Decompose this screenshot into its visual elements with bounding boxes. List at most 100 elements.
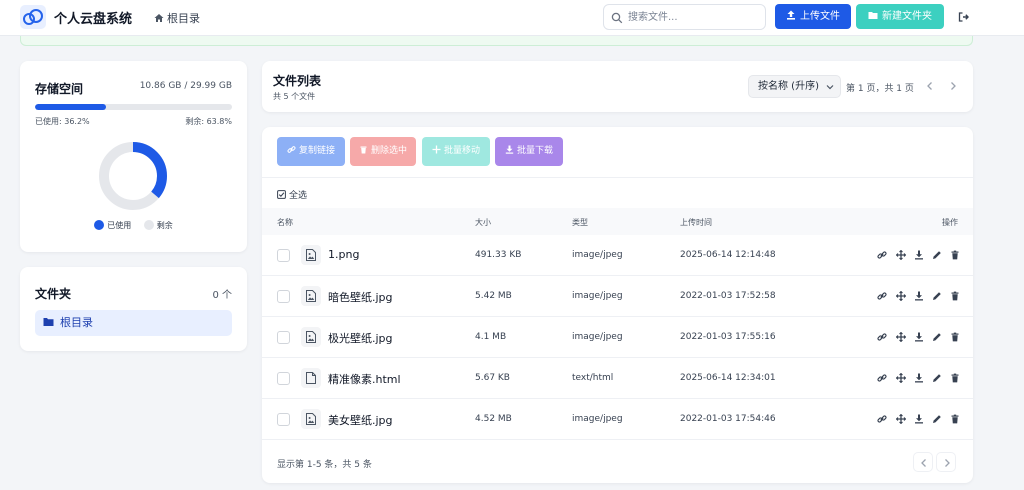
copy-link-button[interactable]: 复制链接 [277,137,345,166]
copy-link-icon[interactable] [877,414,887,424]
chevron-right-icon [945,459,950,467]
edit-icon[interactable] [932,373,942,383]
row-checkbox[interactable] [277,413,290,426]
select-all-label: 全选 [289,191,308,201]
storage-donut-chart [98,141,168,211]
folder-item-root[interactable]: 根目录 [35,310,232,336]
file-name[interactable]: 精准像素.html [328,371,401,387]
table-header: 名称 大小 类型 上传时间 操作 [262,208,973,235]
edit-icon[interactable] [932,414,942,424]
sort-select[interactable]: 按名称 (升序) [748,75,841,98]
batch-download-label: 批量下载 [516,146,553,156]
column-name: 名称 [277,218,293,227]
move-icon[interactable] [896,373,906,383]
table-row[interactable]: 1.png 491.33 KB image/jpeg 2025-06-14 12:14… [262,235,973,276]
row-checkbox[interactable] [277,331,290,344]
edit-icon[interactable] [932,332,942,342]
download-icon[interactable] [914,250,924,260]
upload-time: 2022-01-03 17:55:16 [680,332,776,342]
download-icon[interactable] [914,332,924,342]
logout-icon[interactable] [958,11,970,23]
row-checkbox[interactable] [277,249,290,262]
search-input[interactable] [628,8,758,26]
chevron-left-icon [921,459,926,467]
delete-selected-label: 删除选中 [370,146,407,156]
prev-page-button[interactable] [921,77,939,95]
folder-title: 文件夹 [35,287,72,301]
delete-icon[interactable] [950,373,960,383]
file-type: image/jpeg [572,250,623,260]
upload-time: 2022-01-03 17:52:58 [680,291,776,301]
table-row[interactable]: 暗色壁纸.jpg 5.42 MB image/jpeg 2022-01-03 17:5… [262,276,973,317]
move-icon[interactable] [896,250,906,260]
row-checkbox[interactable] [277,372,290,385]
table-row[interactable]: 精准像素.html 5.67 KB text/html 2025-06-14 12:3… [262,358,973,399]
delete-selected-button[interactable]: 删除选中 [350,137,416,166]
batch-download-button[interactable]: 批量下载 [495,137,563,166]
delete-icon[interactable] [950,414,960,424]
file-type: image/jpeg [572,291,623,301]
row-checkbox[interactable] [277,290,290,303]
upload-time: 2025-06-14 12:14:48 [680,250,776,260]
move-icon[interactable] [896,414,906,424]
select-all-toggle[interactable]: 全选 [277,188,307,201]
download-icon[interactable] [914,291,924,301]
file-size: 4.1 MB [475,332,507,342]
upload-time: 2022-01-03 17:54:46 [680,414,776,424]
file-count-subtitle: 共 5 个文件 [273,92,316,101]
download-icon[interactable] [914,414,924,424]
column-size: 大小 [475,218,491,227]
column-actions: 操作 [942,218,958,227]
storage-legend: 已使用 剩余 [20,220,247,231]
toolbar-divider [262,177,973,178]
breadcrumb-root[interactable]: 根目录 [154,10,200,26]
move-icon[interactable] [896,332,906,342]
batch-move-button[interactable]: 批量移动 [422,137,490,166]
chevron-down-icon [826,83,834,91]
edit-icon[interactable] [932,291,942,301]
file-name[interactable]: 美女壁纸.jpg [328,412,393,428]
delete-icon[interactable] [950,250,960,260]
footer-next-page-button[interactable] [936,452,956,472]
legend-remaining: 剩余 [143,220,173,230]
copy-link-icon[interactable] [877,291,887,301]
file-size: 491.33 KB [475,250,522,260]
storage-amount: 10.86 GB / 29.99 GB [139,81,232,91]
download-icon[interactable] [914,373,924,383]
delete-icon[interactable] [950,332,960,342]
chevron-right-icon [951,82,956,90]
batch-move-label: 批量移动 [443,146,480,156]
new-folder-button[interactable]: 新建文件夹 [856,4,944,29]
new-folder-label: 新建文件夹 [882,11,932,22]
page-info: 第 1 页，共 1 页 [846,84,914,94]
upload-label: 上传文件 [800,11,840,22]
move-icon[interactable] [896,291,906,301]
file-list-title: 文件列表 [273,74,322,88]
table-row[interactable]: 极光壁纸.jpg 4.1 MB image/jpeg 2022-01-03 17:55… [262,317,973,358]
edit-icon[interactable] [932,250,942,260]
next-page-button[interactable] [944,77,962,95]
file-size: 5.67 KB [475,373,510,383]
breadcrumb-label: 根目录 [167,12,200,25]
file-name[interactable]: 1.png [328,248,359,261]
notice-strip [20,36,973,46]
file-name[interactable]: 极光壁纸.jpg [328,330,393,346]
folder-count: 0 个 [212,290,232,301]
copy-link-icon[interactable] [877,332,887,342]
storage-title: 存储空间 [35,82,84,96]
upload-file-button[interactable]: 上传文件 [775,4,851,29]
cloud-logo-icon [20,5,46,29]
storage-card: 存储空间 10.86 GB / 29.99 GB 已使用: 36.2% 剩余: … [20,61,247,252]
sort-value: 按名称 (升序) [758,81,819,92]
used-percent: 已使用: 36.2% [35,117,90,126]
file-size: 4.52 MB [475,414,512,424]
delete-icon[interactable] [950,291,960,301]
file-name[interactable]: 暗色壁纸.jpg [328,289,393,305]
legend-used: 已使用 [94,220,131,230]
footer-prev-page-button[interactable] [913,452,933,472]
legend-remaining-label: 剩余 [156,221,173,230]
chevron-left-icon [927,82,932,90]
copy-link-icon[interactable] [877,373,887,383]
table-row[interactable]: 美女壁纸.jpg 4.52 MB image/jpeg 2022-01-03 17:5… [262,399,973,440]
copy-link-icon[interactable] [877,250,887,260]
